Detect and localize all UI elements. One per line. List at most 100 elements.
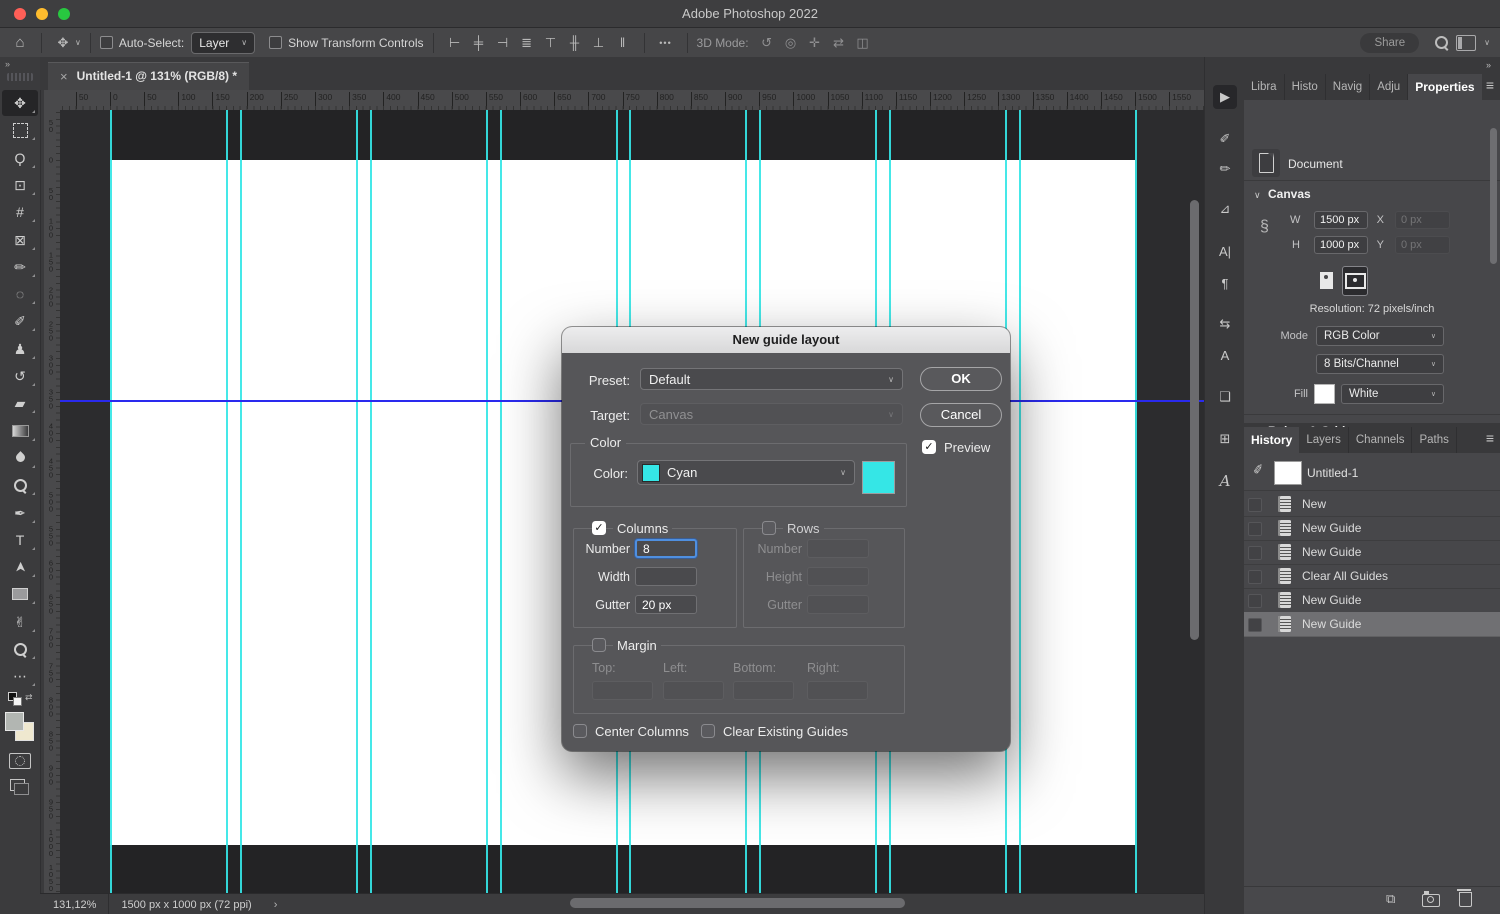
share-button[interactable]: Share — [1360, 33, 1419, 53]
history-item-checkbox[interactable] — [1248, 498, 1262, 512]
collapse-tools-icon[interactable]: » — [5, 59, 11, 69]
tab-layers[interactable]: Layers — [1299, 427, 1349, 453]
more-options-icon[interactable]: ••• — [654, 38, 678, 48]
default-colors-control[interactable]: ⇄ — [4, 692, 36, 708]
gradient-tool[interactable] — [2, 418, 38, 444]
show-transform-controls-checkbox[interactable] — [269, 36, 282, 49]
tab-history[interactable]: History — [1244, 427, 1299, 453]
auto-select-target-dropdown[interactable]: Layer ∨ — [191, 32, 255, 54]
history-item-checkbox[interactable] — [1248, 570, 1262, 584]
spot-healing-brush-tool[interactable]: ◌ — [2, 281, 38, 307]
actions-panel-icon[interactable]: ▶ — [1213, 85, 1237, 109]
move-tool[interactable]: ✥ — [2, 90, 38, 116]
align-horizontal-centers-icon[interactable]: ╪ — [467, 35, 491, 51]
fill-color-swatch[interactable] — [1314, 384, 1335, 404]
vertical-ruler[interactable]: 5 005 01 0 01 5 02 0 02 5 03 0 03 5 04 0… — [44, 110, 61, 893]
dodge-tool[interactable] — [2, 472, 38, 498]
zoom-tool[interactable] — [2, 636, 38, 662]
horizontal-ruler[interactable]: 5005010015020025030035040045050055060065… — [60, 90, 1204, 111]
landscape-orientation-button[interactable] — [1342, 266, 1368, 296]
move-tool-preset-icon[interactable]: ✥ — [51, 35, 75, 51]
properties-scrollbar[interactable] — [1490, 128, 1497, 264]
screen-mode-button[interactable] — [10, 779, 25, 791]
properties-menu-icon[interactable]: ≡ — [1486, 77, 1494, 93]
tab-adju[interactable]: Adju — [1370, 74, 1408, 100]
workspace-icon[interactable] — [1456, 35, 1476, 51]
collapse-panels-icon[interactable]: » — [1486, 60, 1492, 70]
character-styles-panel-icon[interactable]: A — [1213, 343, 1237, 367]
frame-tool[interactable]: ⊠ — [2, 227, 38, 253]
ok-button[interactable]: OK — [920, 367, 1002, 391]
brushes-panel-icon[interactable]: ✐ — [1213, 127, 1237, 151]
align-bottom-edges-icon[interactable]: ⊥ — [587, 35, 611, 51]
hand-tool[interactable]: ✌ — [2, 609, 38, 635]
search-icon[interactable] — [1435, 36, 1448, 49]
distribute-horizontal-icon[interactable]: ≣ — [515, 35, 539, 51]
edit-toolbar-icon[interactable]: ⋯ — [2, 663, 38, 689]
3d-pan-icon[interactable]: ✛ — [803, 35, 827, 51]
history-item[interactable]: New Guide — [1244, 516, 1500, 541]
type-tool[interactable]: T — [2, 527, 38, 553]
snapshot-thumbnail[interactable] — [1274, 461, 1302, 485]
glyphs-panel-icon[interactable]: A — [1213, 469, 1237, 493]
portrait-orientation-button[interactable] — [1314, 266, 1338, 294]
color-swatches-control[interactable] — [5, 712, 37, 744]
tab-properties[interactable]: Properties — [1408, 74, 1481, 100]
tools-grip-handle[interactable] — [7, 73, 33, 81]
crop-tool[interactable]: # — [2, 199, 38, 225]
close-icon[interactable]: × — [60, 69, 68, 84]
horizontal-scrollbar[interactable] — [570, 898, 905, 908]
column-guide[interactable] — [226, 110, 228, 893]
columns-width-input[interactable] — [635, 567, 697, 586]
clear-existing-guides-checkbox[interactable] — [701, 724, 715, 738]
swap-panel-icon[interactable]: ⇆ — [1213, 312, 1237, 336]
new-snapshot-camera-icon[interactable] — [1422, 894, 1440, 907]
tab-histo[interactable]: Histo — [1285, 74, 1326, 100]
tab-paths[interactable]: Paths — [1412, 427, 1456, 453]
preset-dropdown[interactable]: Default ∨ — [640, 368, 903, 390]
chevron-down-icon[interactable]: ∨ — [1254, 190, 1261, 201]
object-selection-tool[interactable]: ⊡ — [2, 172, 38, 198]
align-top-edges-icon[interactable]: ⊤ — [539, 35, 563, 51]
align-left-edges-icon[interactable]: ⊢ — [443, 35, 467, 51]
vertical-scrollbar[interactable] — [1190, 200, 1199, 640]
align-vertical-centers-icon[interactable]: ╫ — [563, 35, 587, 51]
color-dropdown[interactable]: Cyan ∨ — [637, 460, 855, 485]
eraser-tool[interactable]: ▰ — [2, 390, 38, 416]
3d-slide-icon[interactable]: ⇄ — [827, 35, 851, 51]
swap-colors-icon[interactable]: ⇄ — [25, 692, 33, 703]
patterns-panel-icon[interactable]: ⊞ — [1213, 427, 1237, 451]
link-dimensions-icon[interactable]: § — [1260, 218, 1269, 236]
brush-tool[interactable]: ✐ — [2, 308, 38, 334]
delete-state-trash-icon[interactable] — [1459, 892, 1472, 907]
history-item[interactable]: New Guide — [1244, 588, 1500, 613]
column-guide[interactable] — [1135, 110, 1137, 893]
lasso-tool[interactable]: Ϙ — [2, 145, 38, 171]
history-item-checkbox[interactable] — [1248, 618, 1262, 632]
chevron-down-icon[interactable]: ∨ — [75, 38, 81, 47]
character-panel-icon[interactable]: A| — [1213, 239, 1237, 263]
histogram-panel-icon[interactable]: ⊿ — [1213, 197, 1237, 221]
pen-tool[interactable]: ✒ — [2, 500, 38, 526]
column-guide[interactable] — [486, 110, 488, 893]
quick-mask-button[interactable] — [9, 753, 31, 769]
history-item-checkbox[interactable] — [1248, 594, 1262, 608]
rows-checkbox[interactable] — [762, 521, 776, 535]
history-item[interactable]: New — [1244, 492, 1500, 517]
column-guide[interactable] — [370, 110, 372, 893]
columns-gutter-input[interactable]: 20 px — [635, 595, 697, 614]
auto-select-checkbox[interactable] — [100, 36, 113, 49]
history-item[interactable]: New Guide — [1244, 612, 1500, 637]
preview-checkbox[interactable]: ✓ — [922, 440, 936, 454]
snapshot-label[interactable]: Untitled-1 — [1307, 466, 1358, 480]
rectangle-tool[interactable] — [2, 581, 38, 607]
status-chevron-icon[interactable]: › — [274, 899, 278, 911]
paragraph-panel-icon[interactable]: ¶ — [1213, 271, 1237, 295]
column-guide[interactable] — [240, 110, 242, 893]
clone-stamp-tool[interactable]: ♟ — [2, 336, 38, 362]
new-document-from-state-icon[interactable]: ⧉ — [1386, 891, 1395, 907]
3d-panel-icon[interactable]: ❑ — [1213, 385, 1237, 409]
align-right-edges-icon[interactable]: ⊣ — [491, 35, 515, 51]
tab-libra[interactable]: Libra — [1244, 74, 1285, 100]
column-guide[interactable] — [500, 110, 502, 893]
